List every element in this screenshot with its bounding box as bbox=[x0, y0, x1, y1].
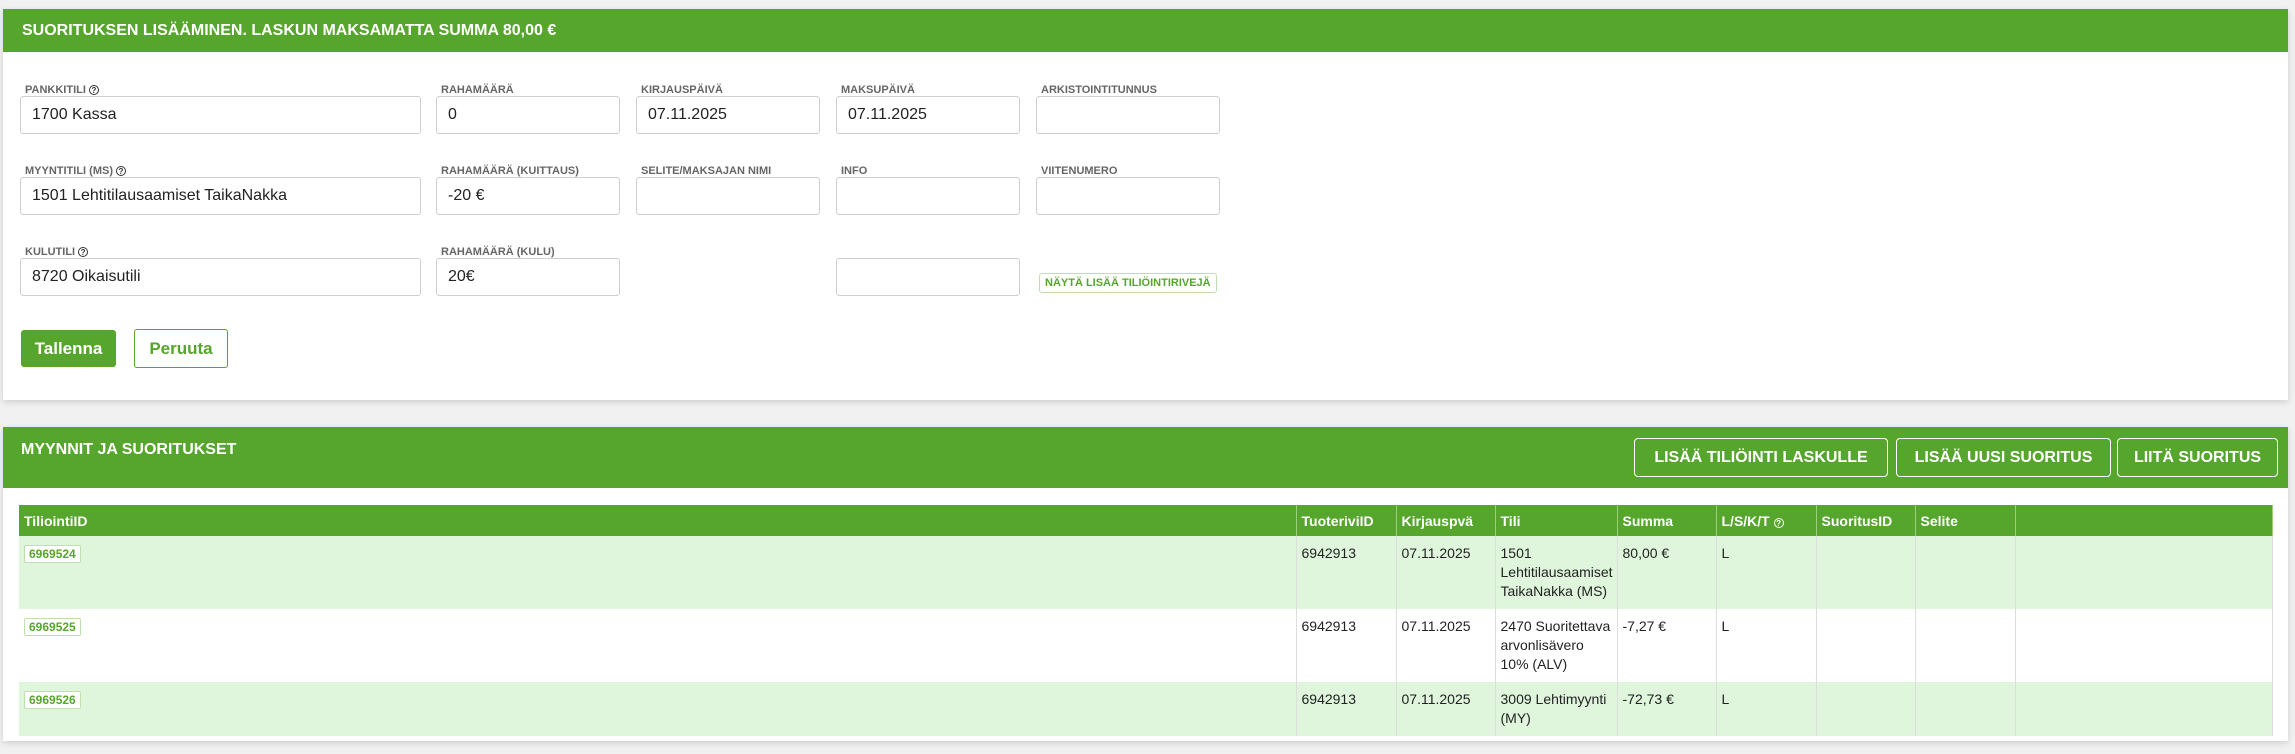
column-header[interactable]: Selite bbox=[1915, 505, 2016, 536]
column-header[interactable]: TuoteriviID bbox=[1296, 505, 1397, 536]
show-more-postings-button[interactable]: NÄYTÄ LISÄÄ TILIÖINTIRIVEJÄ bbox=[1039, 273, 1217, 293]
extra-input[interactable] bbox=[836, 258, 1020, 296]
table-row: 6969526 6942913 07.11.2025 3009 Lehtimyy… bbox=[19, 682, 2273, 736]
help-icon[interactable]: ? bbox=[1773, 518, 1784, 528]
column-header[interactable]: TiliointiID bbox=[19, 505, 1297, 536]
account-cell: 2470 Suoritettava arvonlisävero 10% (ALV… bbox=[1495, 609, 1618, 682]
amount-cell: -72,73 € bbox=[1617, 682, 1717, 736]
column-header[interactable]: L/S/K/T ? bbox=[1716, 505, 1817, 536]
posting-date-input[interactable] bbox=[636, 96, 820, 134]
posting-id-link[interactable]: 6969526 bbox=[24, 691, 81, 709]
attach-payment-button[interactable]: LIITÄ SUORITUS bbox=[2117, 438, 2278, 477]
type-cell: L bbox=[1716, 609, 1817, 682]
note-cell bbox=[1915, 682, 2016, 736]
help-icon[interactable]: ? bbox=[78, 247, 89, 257]
archive-id-input[interactable] bbox=[1036, 96, 1220, 134]
note-cell bbox=[1915, 536, 2016, 609]
date-cell: 07.11.2025 bbox=[1396, 536, 1496, 609]
column-header bbox=[2015, 505, 2273, 536]
info-input[interactable] bbox=[836, 177, 1020, 215]
add-payment-button[interactable]: LISÄÄ UUSI SUORITUS bbox=[1896, 438, 2111, 477]
amount-input[interactable] bbox=[436, 96, 620, 134]
amount-expense-input[interactable] bbox=[436, 258, 620, 296]
sales-payments-title: MYYNNIT JA SUORITUKSET bbox=[21, 441, 237, 458]
sales-payments-header: MYYNNIT JA SUORITUKSET LISÄÄ TILIÖINTI L… bbox=[3, 427, 2288, 488]
amount-cell: -7,27 € bbox=[1617, 609, 1717, 682]
postings-table: TiliointiID TuoteriviID Kirjauspvä Tili … bbox=[19, 505, 2273, 736]
product-row-cell: 6942913 bbox=[1296, 609, 1397, 682]
account-cell: 3009 Lehtimyynti (MY) bbox=[1495, 682, 1618, 736]
type-cell: L bbox=[1716, 536, 1817, 609]
description-input[interactable] bbox=[636, 177, 820, 215]
bank-account-input[interactable] bbox=[20, 96, 421, 134]
column-header[interactable]: SuoritusID bbox=[1816, 505, 1916, 536]
product-row-cell: 6942913 bbox=[1296, 682, 1397, 736]
table-header-row: TiliointiID TuoteriviID Kirjauspvä Tili … bbox=[19, 505, 2273, 536]
column-header[interactable]: Tili bbox=[1495, 505, 1618, 536]
payment-id-cell bbox=[1816, 536, 1916, 609]
amount-cell: 80,00 € bbox=[1617, 536, 1717, 609]
date-cell: 07.11.2025 bbox=[1396, 682, 1496, 736]
table-row: 6969524 6942913 07.11.2025 1501 Lehtitil… bbox=[19, 536, 2273, 609]
sales-account-input[interactable] bbox=[20, 177, 421, 215]
account-cell: 1501 Lehtitilausaamiset TaikaNakka (MS) bbox=[1495, 536, 1618, 609]
note-cell bbox=[1915, 609, 2016, 682]
posting-id-link[interactable]: 6969525 bbox=[24, 618, 81, 636]
sales-payments-panel: MYYNNIT JA SUORITUKSET LISÄÄ TILIÖINTI L… bbox=[3, 427, 2288, 741]
payment-date-input[interactable] bbox=[836, 96, 1020, 134]
payment-id-cell bbox=[1816, 682, 1916, 736]
product-row-cell: 6942913 bbox=[1296, 536, 1397, 609]
save-button[interactable]: Tallenna bbox=[21, 330, 116, 367]
add-payment-panel: SUORITUKSEN LISÄÄMINEN. LASKUN MAKSAMATT… bbox=[3, 9, 2288, 400]
table-row: 6969525 6942913 07.11.2025 2470 Suoritet… bbox=[19, 609, 2273, 682]
type-cell: L bbox=[1716, 682, 1817, 736]
add-payment-header: SUORITUKSEN LISÄÄMINEN. LASKUN MAKSAMATT… bbox=[3, 9, 2288, 52]
column-header[interactable]: Summa bbox=[1617, 505, 1717, 536]
reference-input[interactable] bbox=[1036, 177, 1220, 215]
posting-id-link[interactable]: 6969524 bbox=[24, 545, 81, 563]
date-cell: 07.11.2025 bbox=[1396, 609, 1496, 682]
cancel-button[interactable]: Peruuta bbox=[134, 329, 228, 368]
help-icon[interactable]: ? bbox=[116, 166, 126, 176]
expense-account-input[interactable] bbox=[20, 258, 421, 296]
amount-offset-input[interactable] bbox=[436, 177, 620, 215]
payment-id-cell bbox=[1816, 609, 1916, 682]
add-posting-button[interactable]: LISÄÄ TILIÖINTI LASKULLE bbox=[1634, 438, 1888, 477]
column-header[interactable]: Kirjauspvä bbox=[1396, 505, 1496, 536]
help-icon[interactable]: ? bbox=[88, 85, 99, 95]
